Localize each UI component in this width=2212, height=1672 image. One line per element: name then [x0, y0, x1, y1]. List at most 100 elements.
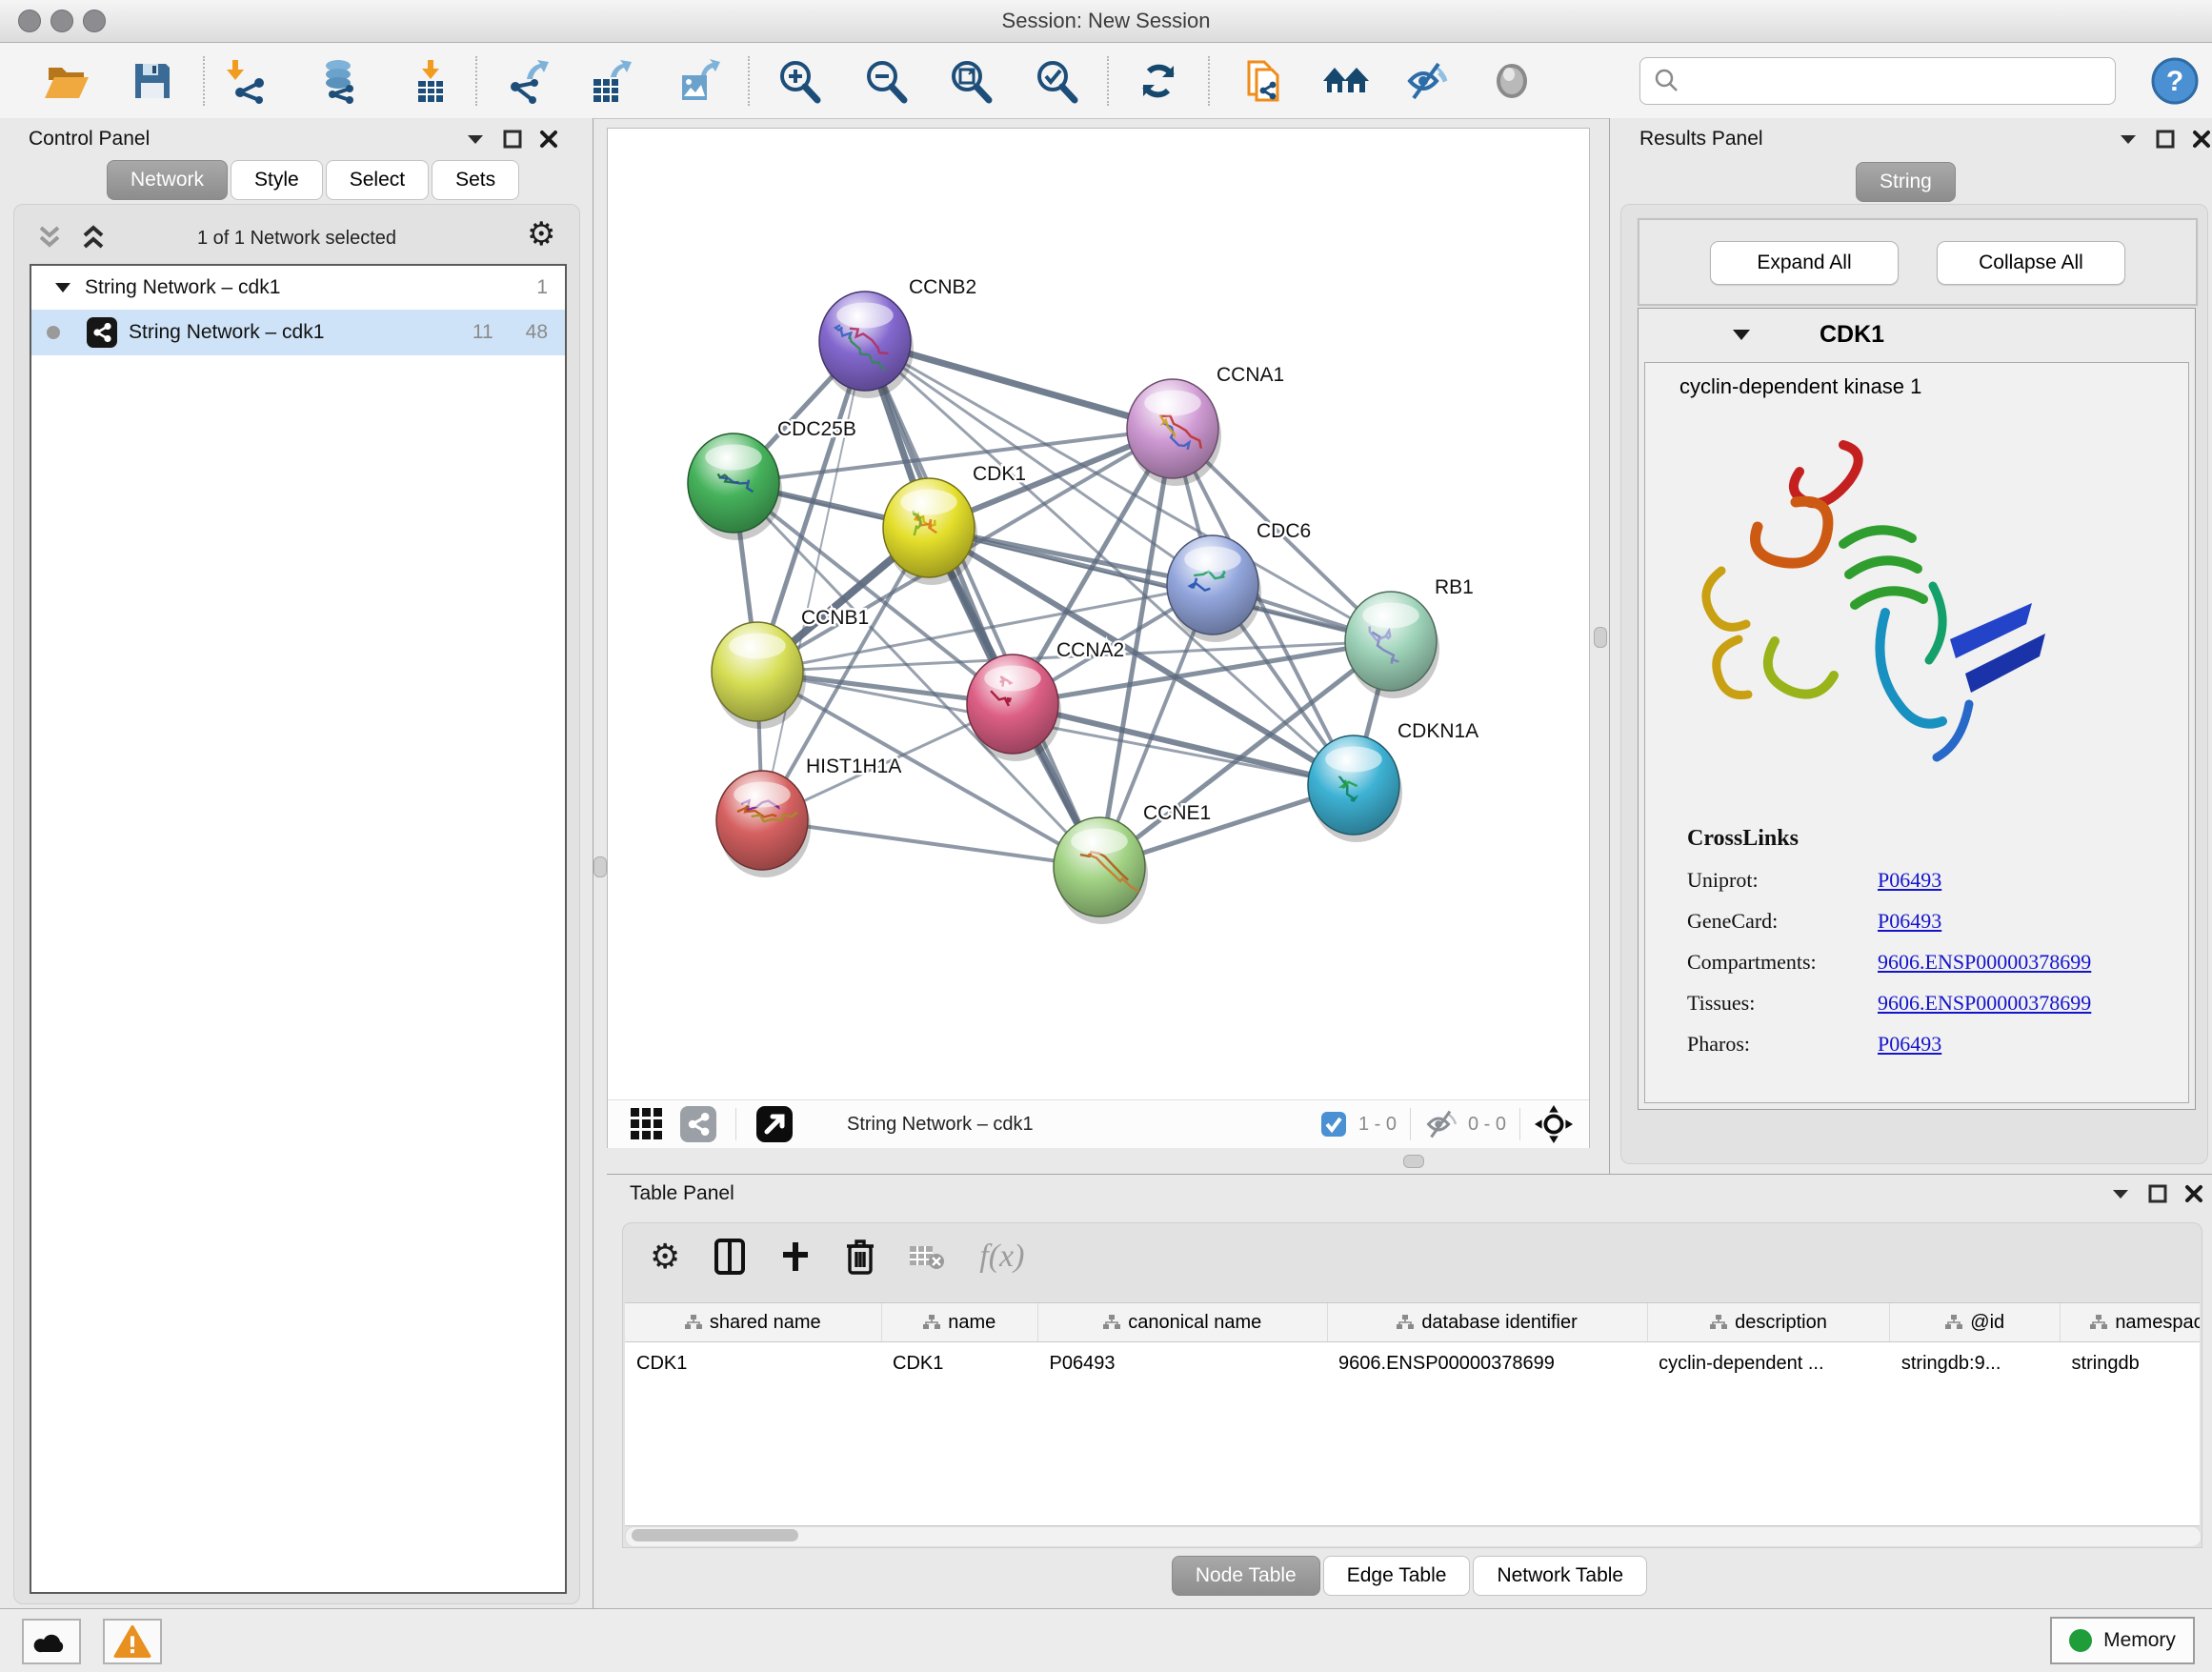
column-header-database-identifier[interactable]: database identifier — [1327, 1303, 1647, 1342]
tab-edge-table[interactable]: Edge Table — [1323, 1556, 1471, 1596]
help-button[interactable]: ? — [2148, 54, 2202, 108]
save-session-button[interactable] — [126, 54, 179, 108]
column-header-name[interactable]: name — [881, 1303, 1037, 1342]
cloud-status-button[interactable] — [22, 1619, 81, 1664]
table-cell[interactable]: CDK1 — [881, 1342, 1037, 1385]
float-panel-icon[interactable] — [2118, 131, 2139, 148]
network-tree-root-row[interactable]: String Network – cdk1 1 — [31, 266, 565, 310]
float-panel-icon[interactable] — [2110, 1185, 2131, 1202]
network-node-CDKN1A[interactable] — [1308, 735, 1402, 842]
close-panel-icon[interactable] — [2192, 130, 2211, 149]
grid-view-icon[interactable] — [629, 1106, 665, 1142]
section-collapse-arrow-icon[interactable] — [1732, 328, 1751, 342]
open-string-button[interactable] — [1237, 54, 1291, 108]
crosslink-link[interactable]: 9606.ENSP00000378699 — [1878, 950, 2091, 975]
selected-checkbox-icon[interactable] — [1320, 1111, 1347, 1138]
collapse-all-button[interactable]: Collapse All — [1937, 241, 2125, 285]
left-splitter-handle[interactable] — [593, 856, 607, 877]
column-header-@id[interactable]: @id — [1890, 1303, 2061, 1342]
scrollbar-thumb[interactable] — [632, 1529, 798, 1541]
crosslinks-title: CrossLinks — [1687, 826, 2091, 852]
table-cell[interactable]: stringdb — [2061, 1342, 2200, 1385]
network-node-HIST1H1A[interactable] — [716, 771, 811, 877]
network-options-gear-icon[interactable]: ⚙ — [527, 218, 555, 251]
network-node-CCNE1[interactable] — [1054, 817, 1148, 924]
network-node-CCNB1[interactable] — [712, 622, 806, 729]
refresh-button[interactable] — [1132, 54, 1185, 108]
node-table[interactable]: shared namenamecanonical namedatabase id… — [625, 1302, 2200, 1526]
table-horizontal-scrollbar[interactable] — [625, 1526, 2202, 1547]
network-edge-CCNB2-CCNE1[interactable] — [865, 341, 1099, 867]
import-table-button[interactable] — [403, 54, 456, 108]
tab-sets[interactable]: Sets — [432, 160, 519, 200]
right-splitter-handle[interactable] — [1594, 627, 1607, 648]
export-image-button[interactable] — [671, 54, 724, 108]
crosslink-link[interactable]: P06493 — [1878, 909, 1941, 934]
network-edge-HIST1H1A-CCNE1[interactable] — [762, 820, 1099, 867]
zoom-fit-button[interactable] — [944, 54, 997, 108]
tab-style[interactable]: Style — [231, 160, 323, 200]
network-node-RB1[interactable] — [1345, 592, 1439, 698]
show-columns-icon[interactable] — [714, 1239, 745, 1275]
network-share-view-icon[interactable] — [680, 1106, 716, 1142]
network-node-CDC6[interactable] — [1167, 535, 1261, 642]
gene-section-header[interactable]: CDK1 — [1639, 309, 2195, 360]
hide-glass-panel-button[interactable] — [1400, 54, 1454, 108]
tab-select[interactable]: Select — [326, 160, 429, 200]
tab-node-table[interactable]: Node Table — [1172, 1556, 1320, 1596]
column-header-shared-name[interactable]: shared name — [625, 1303, 881, 1342]
search-field[interactable] — [1639, 57, 2116, 105]
tree-expand-arrow-icon[interactable] — [54, 281, 71, 294]
expand-all-button[interactable]: Expand All — [1710, 241, 1899, 285]
close-panel-icon[interactable] — [2184, 1184, 2203, 1203]
horizontal-splitter-handle[interactable] — [1403, 1155, 1424, 1168]
warning-status-button[interactable] — [103, 1619, 162, 1664]
network-canvas[interactable]: CCNB2CCNA1CDC25BCDK1CDC6RB1CCNB1CCNA2CDK… — [608, 129, 1589, 1099]
show-glass-panel-button[interactable] — [1485, 54, 1538, 108]
table-cell[interactable]: CDK1 — [625, 1342, 881, 1385]
float-panel-icon[interactable] — [465, 131, 486, 148]
export-table-button[interactable] — [582, 54, 635, 108]
delete-column-icon[interactable] — [846, 1239, 875, 1275]
crosslink-link[interactable]: P06493 — [1878, 868, 1941, 893]
table-cell[interactable]: P06493 — [1037, 1342, 1327, 1385]
table-options-gear-icon[interactable]: ⚙ — [650, 1239, 680, 1274]
open-session-button[interactable] — [40, 54, 93, 108]
network-node-CDC25B[interactable] — [688, 433, 782, 540]
memory-button[interactable]: Memory — [2050, 1617, 2195, 1664]
zoom-selected-button[interactable] — [1030, 54, 1083, 108]
network-edge-CCNB2-HIST1H1A[interactable] — [762, 341, 865, 820]
network-node-CCNA2[interactable] — [967, 655, 1061, 761]
network-edge-CCNA2-CDKN1A[interactable] — [1013, 704, 1354, 785]
export-network-button[interactable] — [500, 54, 553, 108]
tab-network[interactable]: Network — [107, 160, 228, 200]
search-input[interactable] — [1686, 61, 2115, 101]
zoom-out-button[interactable] — [859, 54, 913, 108]
table-row[interactable]: CDK1CDK1P064939606.ENSP00000378699cyclin… — [625, 1342, 2200, 1385]
table-cell[interactable]: 9606.ENSP00000378699 — [1327, 1342, 1647, 1385]
network-node-CCNB2[interactable] — [819, 292, 914, 398]
network-tree-child-row[interactable]: String Network – cdk1 11 48 — [31, 310, 565, 355]
import-network-button[interactable] — [221, 54, 274, 108]
table-cell[interactable]: cyclin-dependent ... — [1647, 1342, 1890, 1385]
string-home-button[interactable] — [1319, 54, 1373, 108]
column-header-namespace[interactable]: namespace — [2061, 1303, 2200, 1342]
import-network-from-database-button[interactable] — [313, 54, 367, 108]
crosslink-link[interactable]: 9606.ENSP00000378699 — [1878, 991, 2091, 1016]
close-panel-icon[interactable] — [539, 130, 558, 149]
add-column-icon[interactable] — [779, 1240, 812, 1273]
table-cell[interactable]: stringdb:9... — [1890, 1342, 2061, 1385]
maximize-panel-icon[interactable] — [503, 130, 522, 149]
open-in-window-icon[interactable] — [755, 1105, 794, 1143]
tab-network-table[interactable]: Network Table — [1473, 1556, 1647, 1596]
network-node-CDK1[interactable] — [883, 478, 977, 585]
crosslink-link[interactable]: P06493 — [1878, 1032, 1941, 1057]
zoom-in-button[interactable] — [773, 54, 826, 108]
network-node-CCNA1[interactable] — [1127, 379, 1221, 486]
birds-eye-view-icon[interactable] — [1534, 1104, 1574, 1144]
column-header-canonical-name[interactable]: canonical name — [1037, 1303, 1327, 1342]
maximize-panel-icon[interactable] — [2148, 1184, 2167, 1203]
maximize-panel-icon[interactable] — [2156, 130, 2175, 149]
tab-string[interactable]: String — [1856, 162, 1956, 202]
column-header-description[interactable]: description — [1647, 1303, 1890, 1342]
